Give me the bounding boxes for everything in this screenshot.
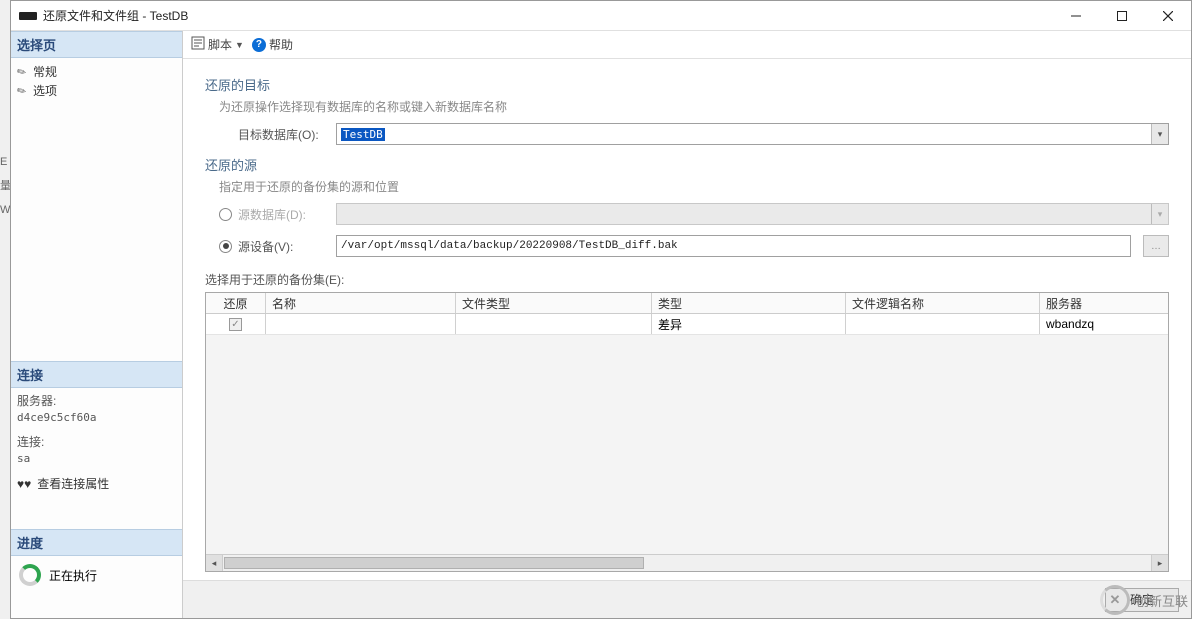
source-db-label: 源数据库(D):: [238, 206, 330, 223]
cell-file-type: [456, 314, 652, 334]
help-button[interactable]: ? 帮助: [252, 36, 293, 53]
ok-button[interactable]: 确定: [1105, 588, 1179, 612]
app-icon: [19, 12, 37, 20]
sidebar: 选择页 ✎ 常规 ✎ 选项 连接 服务器: d4ce9c5cf60a 连接: s…: [11, 31, 183, 618]
window-title: 还原文件和文件组 - TestDB: [43, 7, 1053, 24]
pen-icon: ✎: [15, 63, 32, 80]
chevron-down-icon: ▼: [235, 40, 244, 50]
th-file-type[interactable]: 文件类型: [456, 293, 652, 313]
th-server[interactable]: 服务器: [1040, 293, 1168, 313]
target-db-label: 目标数据库(O):: [238, 126, 330, 143]
script-label: 脚本: [208, 36, 232, 53]
connection-header: 连接: [11, 361, 182, 388]
plug-icon: ♥♥: [17, 475, 31, 493]
main-panel: 脚本 ▼ ? 帮助 还原的目标 为还原操作选择现有数据库的名称或键入新数据库名称…: [183, 31, 1191, 618]
target-db-combo[interactable]: TestDB ▾: [336, 123, 1169, 145]
source-section-header: 还原的源: [205, 155, 1169, 174]
scroll-thumb[interactable]: [224, 557, 644, 569]
help-label: 帮助: [269, 36, 293, 53]
progress-status: 正在执行: [49, 567, 97, 584]
cell-name: [266, 314, 456, 334]
server-value: d4ce9c5cf60a: [17, 410, 176, 427]
sidebar-page-general[interactable]: ✎ 常规: [17, 62, 176, 81]
cell-server: wbandzq: [1040, 314, 1168, 334]
scroll-left-icon[interactable]: ◂: [206, 555, 223, 571]
source-device-label: 源设备(V):: [238, 238, 330, 255]
connection-label: 连接:: [17, 433, 176, 451]
progress-spinner-icon: [19, 564, 41, 586]
source-device-value: /var/opt/mssql/data/backup/20220908/Test…: [341, 240, 678, 252]
cell-type: 差异: [652, 314, 846, 334]
titlebar: 还原文件和文件组 - TestDB: [11, 1, 1191, 31]
dialog-footer: 确定: [183, 580, 1191, 618]
maximize-button[interactable]: [1099, 1, 1145, 31]
close-button[interactable]: [1145, 1, 1191, 31]
chevron-down-icon: ▾: [1151, 204, 1168, 224]
grid-label: 选择用于还原的备份集(E):: [205, 271, 1169, 288]
backup-sets-table: 还原 名称 文件类型 类型 文件逻辑名称 服务器 ✓ 差异: [205, 292, 1169, 572]
restore-checkbox[interactable]: ✓: [229, 318, 242, 331]
target-section-sub: 为还原操作选择现有数据库的名称或键入新数据库名称: [205, 98, 1169, 115]
source-db-radio[interactable]: [219, 208, 232, 221]
view-connection-properties-label: 查看连接属性: [37, 475, 109, 493]
table-header-row: 还原 名称 文件类型 类型 文件逻辑名称 服务器: [206, 293, 1168, 314]
sidebar-page-label: 选项: [33, 82, 57, 99]
connection-value: sa: [17, 451, 176, 468]
toolbar: 脚本 ▼ ? 帮助: [183, 31, 1191, 59]
target-section-header: 还原的目标: [205, 75, 1169, 94]
sidebar-page-options[interactable]: ✎ 选项: [17, 81, 176, 100]
pen-icon: ✎: [15, 82, 32, 99]
horizontal-scrollbar[interactable]: ◂ ▸: [206, 554, 1168, 571]
progress-header: 进度: [11, 529, 182, 556]
source-section-sub: 指定用于还原的备份集的源和位置: [205, 178, 1169, 195]
source-device-radio[interactable]: [219, 240, 232, 253]
scroll-right-icon[interactable]: ▸: [1151, 555, 1168, 571]
source-db-combo: ▾: [336, 203, 1169, 225]
ok-button-label: 确定: [1130, 591, 1154, 608]
script-icon: [191, 36, 205, 53]
script-dropdown[interactable]: 脚本 ▼: [191, 36, 244, 53]
help-icon: ?: [252, 38, 266, 52]
th-name[interactable]: 名称: [266, 293, 456, 313]
target-db-value: TestDB: [341, 128, 385, 141]
th-restore[interactable]: 还原: [206, 293, 266, 313]
select-page-header: 选择页: [11, 31, 182, 58]
table-row[interactable]: ✓ 差异 wbandzq: [206, 314, 1168, 335]
th-type[interactable]: 类型: [652, 293, 846, 313]
minimize-button[interactable]: [1053, 1, 1099, 31]
cell-file-logical-name: [846, 314, 1040, 334]
chevron-down-icon[interactable]: ▾: [1151, 124, 1168, 144]
view-connection-properties-link[interactable]: ♥♥ 查看连接属性: [17, 475, 176, 493]
browse-device-button[interactable]: …: [1143, 235, 1169, 257]
source-device-textbox[interactable]: /var/opt/mssql/data/backup/20220908/Test…: [336, 235, 1131, 257]
server-label: 服务器:: [17, 392, 176, 410]
th-file-logical-name[interactable]: 文件逻辑名称: [846, 293, 1040, 313]
restore-dialog-window: 还原文件和文件组 - TestDB 选择页 ✎ 常规 ✎ 选项: [10, 0, 1192, 619]
sidebar-page-label: 常规: [33, 63, 57, 80]
